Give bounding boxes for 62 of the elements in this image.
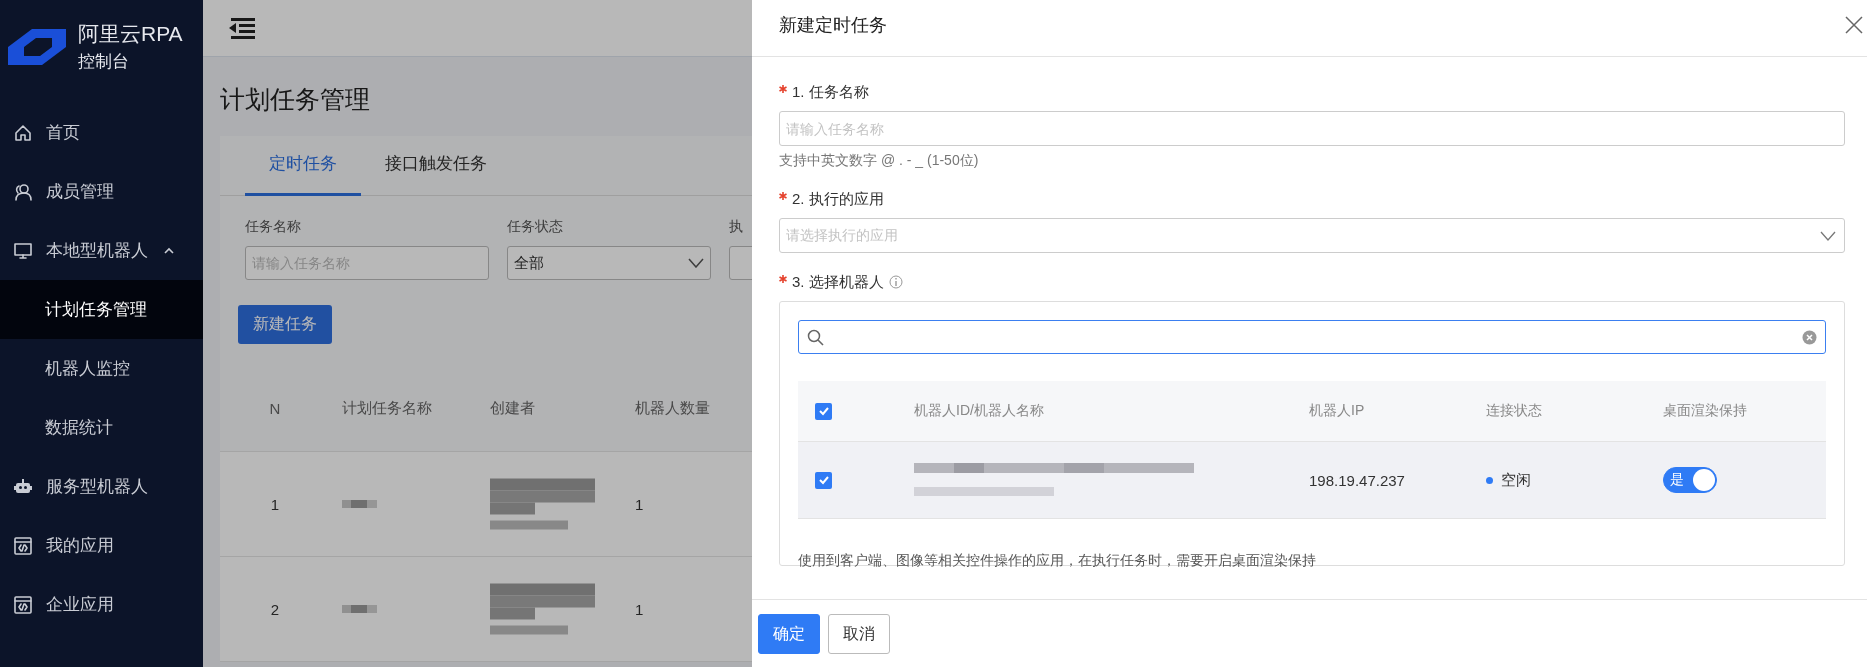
confirm-button[interactable]: 确定 xyxy=(758,614,820,654)
code-icon xyxy=(13,594,33,615)
new-task-button[interactable]: 新建任务 xyxy=(238,305,332,344)
column-header: 创建者 xyxy=(490,399,536,418)
column-header: 连接状态 xyxy=(1486,402,1543,420)
sidebar-item[interactable]: 首页 xyxy=(0,103,203,162)
table-cell: 1 xyxy=(635,600,644,618)
tab[interactable]: 接口触发任务 xyxy=(361,136,511,196)
toggle-switch[interactable]: 是 xyxy=(1663,467,1717,493)
table-cell-text: 2 xyxy=(269,600,281,618)
check-icon xyxy=(817,474,830,486)
checkbox[interactable] xyxy=(815,471,832,489)
field-label: 3. 选择机器人 xyxy=(792,272,884,292)
menu-icon xyxy=(228,16,256,40)
clear-icon[interactable] xyxy=(1802,329,1817,345)
info-icon xyxy=(888,275,903,289)
search-field[interactable] xyxy=(798,320,1826,354)
chevron-down-icon xyxy=(1820,230,1836,241)
sidebar-item[interactable]: 我的应用 xyxy=(0,516,203,575)
column-header: N xyxy=(268,400,282,417)
sidebar-item[interactable]: 机器人监控 xyxy=(0,339,203,398)
close-icon[interactable] xyxy=(1845,16,1863,34)
column-header: 机器人数量 xyxy=(635,399,710,418)
column-header: 计划任务名称 xyxy=(341,399,433,418)
sidebar-item[interactable]: 成员管理 xyxy=(0,162,203,221)
column-header: 机器人IP xyxy=(1309,402,1366,420)
select-field[interactable]: 全部 xyxy=(507,246,711,280)
hint-text: 支持中英文数字 @ . - _ (1-50位) xyxy=(779,152,980,170)
field-label: 任务状态 xyxy=(507,218,563,236)
blurred-text xyxy=(342,605,377,613)
sidebar-item[interactable]: 计划任务管理 xyxy=(0,280,203,339)
field-label: 执 xyxy=(729,218,743,236)
input-field[interactable]: 请输入任务名称 xyxy=(779,111,1845,146)
tab[interactable]: 定时任务 xyxy=(245,136,361,196)
drawer-title: 新建定时任务 xyxy=(779,14,887,37)
field-label: 1. 任务名称 xyxy=(792,82,869,102)
user-icon xyxy=(13,181,33,202)
page-title: 计划任务管理 xyxy=(219,84,370,115)
search-icon xyxy=(807,328,824,346)
table-cell-text: 198.19.47.237 xyxy=(1309,471,1406,489)
status-text: 空闲 xyxy=(1501,470,1531,490)
code-icon xyxy=(13,535,33,556)
field-label: 任务名称 xyxy=(245,218,301,236)
cancel-button[interactable]: 取消 xyxy=(828,614,890,654)
field-label: 2. 执行的应用 xyxy=(792,189,884,209)
sidebar-item[interactable]: 数据统计 xyxy=(0,398,203,457)
checkbox[interactable] xyxy=(815,402,832,420)
monitor-icon xyxy=(13,240,33,261)
table-cell-text: 1 xyxy=(269,495,281,513)
app-subtitle: 控制台 xyxy=(78,51,130,73)
table-cell: 1 xyxy=(635,495,644,513)
column-header: 桌面渲染保持 xyxy=(1663,402,1747,420)
sidebar-item[interactable]: 服务型机器人 xyxy=(0,457,203,516)
column-header: 机器人ID/机器人名称 xyxy=(914,402,1045,420)
chevron-down-icon xyxy=(688,258,704,268)
note-text: 使用到客户端、图像等相关控件操作的应用，在执行任务时，需要开启桌面渲染保持 xyxy=(798,552,1317,570)
check-icon xyxy=(817,405,830,417)
sidebar-item[interactable]: 本地型机器人 xyxy=(0,221,203,280)
home-icon xyxy=(13,122,33,143)
blurred-text xyxy=(342,500,377,508)
sidebar-item[interactable]: 企业应用 xyxy=(0,575,203,634)
app-title: 阿里云RPA xyxy=(78,21,183,47)
